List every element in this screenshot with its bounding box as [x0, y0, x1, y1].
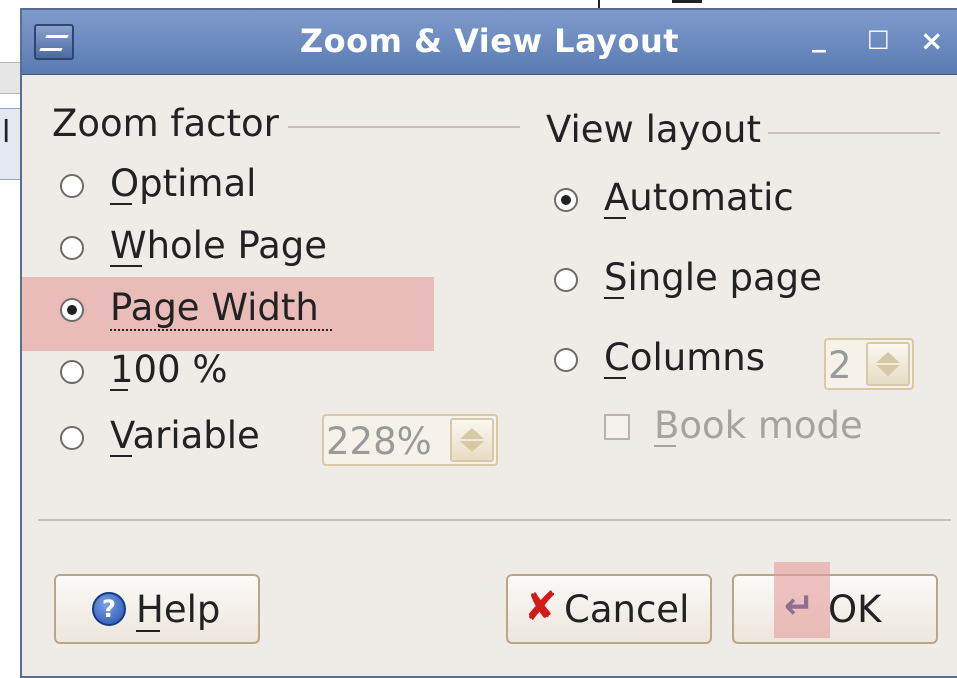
radio-optimal-circle[interactable] — [60, 174, 84, 198]
columns-spinbox[interactable]: 2 — [824, 338, 914, 390]
radio-100-percent-circle[interactable] — [60, 360, 84, 384]
button-separator — [38, 519, 951, 521]
mnemonic-underline — [110, 455, 132, 457]
cancel-icon: ✘ — [524, 584, 558, 630]
mnemonic-underline — [604, 297, 624, 299]
radio-whole-page-label[interactable]: Whole Page — [110, 224, 327, 267]
help-button-label: Help — [136, 588, 221, 631]
zoom-factor-divider — [288, 126, 520, 128]
radio-automatic-label[interactable]: Automatic — [604, 176, 794, 219]
book-mode-label[interactable]: Book mode — [654, 404, 863, 447]
title-bar[interactable]: Zoom & View Layout _ □ × — [22, 10, 957, 75]
radio-page-width-circle[interactable] — [60, 298, 84, 322]
help-icon: ? — [92, 592, 126, 626]
help-button[interactable]: ? Help — [54, 574, 260, 644]
radio-single-page-label[interactable]: Single page — [604, 256, 822, 299]
radio-columns-circle[interactable] — [554, 348, 578, 372]
click-highlight — [774, 562, 830, 638]
radio-automatic-circle[interactable] — [554, 188, 578, 212]
spin-arrows-icon[interactable] — [450, 418, 494, 462]
ok-button-label: OK — [828, 588, 882, 631]
close-icon[interactable]: × — [920, 24, 943, 57]
maximize-icon[interactable]: □ — [867, 24, 890, 52]
mnemonic-underline — [604, 217, 626, 219]
zoom-factor-heading: Zoom factor — [52, 102, 279, 145]
minimize-icon[interactable]: _ — [812, 20, 826, 53]
cancel-button[interactable]: ✘ Cancel — [506, 574, 712, 644]
radio-columns-label[interactable]: Columns — [604, 336, 765, 379]
radio-whole-page-circle[interactable] — [60, 236, 84, 260]
radio-optimal-label[interactable]: Optimal — [110, 162, 256, 205]
mnemonic-underline — [110, 389, 128, 391]
mnemonic-underline — [604, 377, 626, 379]
zoom-view-layout-dialog: Zoom & View Layout _ □ × Zoom factor Opt… — [20, 8, 957, 678]
cancel-button-label: Cancel — [564, 588, 690, 631]
radio-single-page-circle[interactable] — [554, 268, 578, 292]
mnemonic-underline — [110, 265, 142, 267]
radio-variable-circle[interactable] — [60, 426, 84, 450]
spin-arrows-icon[interactable] — [866, 342, 910, 386]
radio-page-width-label[interactable]: Page Width — [110, 286, 319, 329]
dialog-content: Zoom factor Optimal Whole Page Page Widt… — [22, 74, 957, 676]
background-toolbar — [0, 62, 20, 94]
radio-100-percent-label[interactable]: 100 % — [110, 348, 228, 391]
variable-zoom-value[interactable]: 228% — [326, 420, 432, 463]
view-layout-divider — [768, 132, 940, 134]
view-layout-heading: View layout — [546, 108, 762, 151]
radio-variable-label[interactable]: Variable — [110, 414, 260, 457]
focus-indicator — [110, 329, 332, 331]
ok-button[interactable]: ↵ OK — [732, 574, 938, 644]
background-label: l — [2, 115, 11, 150]
mnemonic-underline — [654, 445, 676, 447]
variable-zoom-spinbox[interactable]: 228% — [322, 414, 498, 466]
book-mode-checkbox-box[interactable] — [604, 414, 630, 440]
columns-value[interactable]: 2 — [828, 344, 852, 387]
mnemonic-underline — [136, 630, 160, 632]
mnemonic-underline — [110, 203, 132, 205]
